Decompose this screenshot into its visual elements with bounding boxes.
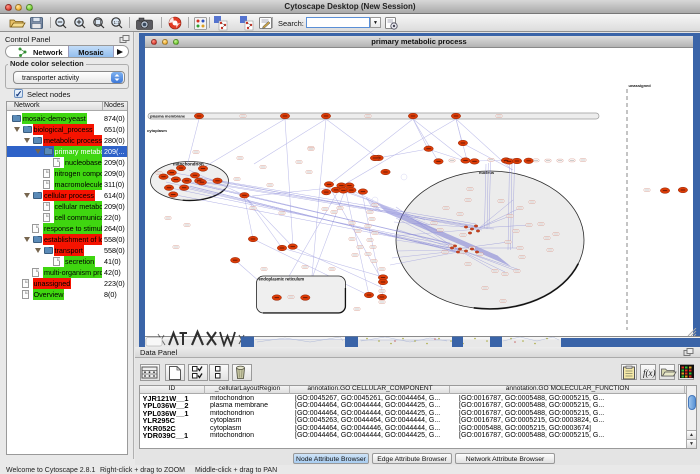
svg-text:endoplasmic reticulum: endoplasmic reticulum: [259, 277, 305, 282]
svg-text:plasma membrane: plasma membrane: [150, 114, 186, 119]
svg-text:1:1: 1:1: [114, 20, 121, 25]
svg-text:f(x): f(x): [643, 368, 656, 378]
svg-text:cytoplasm: cytoplasm: [147, 128, 167, 133]
svg-text:nucleus: nucleus: [479, 170, 495, 175]
svg-text:unassigned: unassigned: [629, 83, 652, 88]
